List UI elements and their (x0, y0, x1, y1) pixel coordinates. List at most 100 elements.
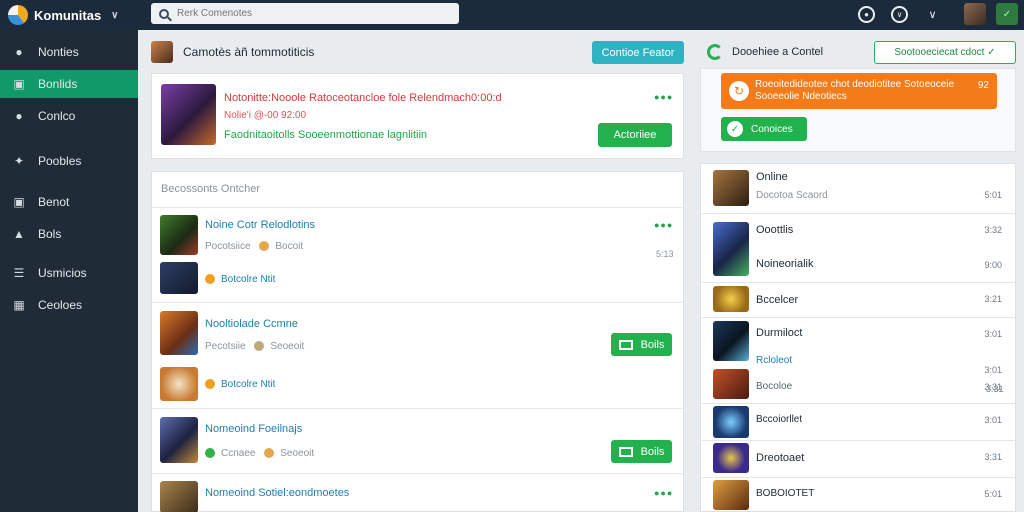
action-button[interactable]: Actoriiee (598, 123, 672, 147)
search-input[interactable] (177, 8, 447, 19)
screen-icon (618, 339, 633, 350)
join-button[interactable]: ✓ Conoices (721, 117, 807, 141)
search-icon (159, 8, 169, 19)
post-thumbnail[interactable] (160, 311, 198, 355)
feed-title: Camotès àñ tommotiticis (183, 45, 315, 59)
friend-avatar (713, 321, 749, 361)
wrench-icon: ✦ (13, 154, 25, 168)
list-item[interactable]: BOBOIOTET 5:01 (700, 480, 1016, 512)
post-thumbnail[interactable] (160, 367, 198, 401)
button-label: Boils (640, 338, 665, 351)
friend-avatar (713, 170, 749, 206)
sidebar-item-label: Usmicios (38, 266, 87, 280)
sidebar-item-label: Poobles (38, 154, 82, 168)
friend-name: Durmiloct (756, 327, 803, 339)
list-item[interactable]: Durmiloct 3:01 Rcloleot 3:01 Bocoloe 3:3… (700, 321, 1016, 403)
featured-card: Notonitte:Nooole Ratoceotancloe fole Rel… (151, 73, 684, 159)
sliders-icon: ☰ (13, 266, 25, 280)
post-title[interactable]: Nomeoind Sotiel:eondmoetes (205, 487, 349, 499)
post-thumbnail[interactable] (160, 215, 198, 255)
community-logo-icon (707, 44, 723, 60)
divider (152, 207, 685, 208)
sidebar-item-3[interactable]: ✦ Poobles (0, 147, 138, 175)
featured-game-thumbnail[interactable] (161, 84, 216, 145)
chevron-down-icon[interactable]: ∨ (111, 10, 118, 21)
mountain-icon: ▲ (13, 227, 25, 241)
status-avatar-icon[interactable]: ✓ (996, 3, 1018, 25)
divider (700, 440, 1016, 441)
list-item[interactable]: Dreotoaet 3:31 (700, 443, 1016, 475)
search-bar[interactable] (151, 3, 459, 24)
feature-button[interactable]: Contioe Feator (592, 41, 684, 64)
sidebar-item-7[interactable]: ▦ Ceoloes (0, 291, 138, 319)
friend-time: 5:01 (984, 489, 1002, 499)
reply-label: Botcolre Ntit (221, 274, 276, 285)
sidebar-item-2[interactable]: ● Conlco (0, 102, 138, 130)
post-meta: Pecotsiie Seoeoit (205, 341, 304, 352)
reply-link[interactable]: Botcolre Ntit (205, 274, 275, 285)
post-meta-label: Pocotsiice (205, 241, 251, 252)
alert-line-1: Roeoitedideotee chot deodiotitee Sotoeoc… (755, 79, 955, 90)
post-meta-value: Bocoit (275, 241, 304, 252)
post-title[interactable]: Nooltiolade Ccmne (205, 318, 298, 330)
reply-link[interactable]: Botcolre Ntit (205, 379, 275, 390)
boost-button[interactable]: Boils (611, 440, 672, 463)
subscribe-button[interactable]: Sootooeciecat cdoct ✓ (874, 41, 1016, 64)
friend-name: Online (756, 171, 788, 183)
people-icon: ● (15, 45, 23, 59)
friend-time: 5:01 (984, 190, 1002, 200)
reply-icon (205, 274, 215, 285)
post-title[interactable]: Nomeoind Foeilnajs (205, 423, 302, 435)
sidebar-item-6[interactable]: ☰ Usmicios (0, 259, 138, 287)
sidebar-item-0[interactable]: ● Nonties (0, 38, 138, 66)
post-thumbnail[interactable] (160, 262, 198, 294)
refresh-icon: ↻ (729, 81, 749, 101)
friend-name: Bccoiorllet (756, 414, 803, 425)
app-brand[interactable]: Komunitas ∨ (0, 5, 138, 25)
more-icon[interactable]: ●●● (654, 488, 673, 498)
post-thumbnail[interactable] (160, 481, 198, 512)
friend-name: Dreotoaet (756, 452, 805, 464)
divider (152, 302, 685, 303)
alert-banner[interactable]: ↻ Roeoitedideotee chot deodiotitee Sotoe… (721, 73, 997, 109)
list-item[interactable]: Bccoiorllet 3:01 (700, 406, 1016, 440)
post-title[interactable]: Noine Cotr Relodlotins (205, 219, 315, 231)
sidebar-item-label: Bols (38, 227, 62, 241)
button-label: Sootooeciecat cdoct (894, 47, 985, 58)
list-item[interactable]: Ooottlis 3:32 Noineorialik 9:00 (700, 220, 1016, 276)
section-title: Becossonts Ontcher (161, 183, 261, 195)
chat-icon: ▣ (13, 77, 25, 91)
sidebar-item-1[interactable]: ▣ Bonlids (0, 70, 138, 98)
featured-title[interactable]: Notonitte:Nooole Ratoceotancloe fole Rel… (224, 92, 502, 104)
gallery-icon: ▣ (13, 195, 25, 209)
grid-icon: ▦ (13, 298, 25, 312)
more-icon[interactable]: ●●● (654, 92, 673, 102)
check-icon (205, 448, 215, 459)
friend-status: Rcloleot (756, 355, 793, 366)
notifications-icon[interactable]: ● (858, 6, 875, 23)
friend-time: 3:32 (984, 225, 1002, 235)
boost-button[interactable]: Boils (611, 333, 672, 356)
chevron-down-icon[interactable]: ∨ (924, 8, 941, 21)
sidebar-item-label: Ceoloes (38, 298, 83, 312)
friend-name: Bocoloe (756, 381, 793, 392)
list-item[interactable]: Online Docotoa Scaord 5:01 (700, 168, 1016, 212)
join-label: Conoices (751, 123, 793, 135)
sidebar-item-label: Nonties (38, 45, 79, 59)
friend-name: Noineorialik (756, 258, 814, 270)
post-thumbnail[interactable] (160, 417, 198, 463)
messages-icon[interactable]: ∨ (891, 6, 908, 23)
app-logo-icon (8, 5, 28, 25)
more-icon[interactable]: ●●● (654, 220, 673, 230)
post-meta-label: Pecotsiie (205, 341, 246, 352)
featured-subtitle: Nolie'i @-00 92:00 (224, 110, 307, 121)
sidebar-item-5[interactable]: ▲ Bols (0, 220, 138, 248)
alert-badge: 92 (977, 80, 989, 91)
sidebar-item-4[interactable]: ▣ Benot (0, 188, 138, 216)
list-item[interactable]: Bccelcer 3:21 (700, 286, 1016, 314)
friend-time: 3:31 (986, 384, 1004, 394)
user-avatar[interactable] (964, 3, 986, 25)
friend-avatar (713, 480, 749, 510)
divider (152, 473, 685, 474)
featured-tags[interactable]: Faodnitaoitolls Sooeenmottionae lagnliti… (224, 129, 427, 141)
